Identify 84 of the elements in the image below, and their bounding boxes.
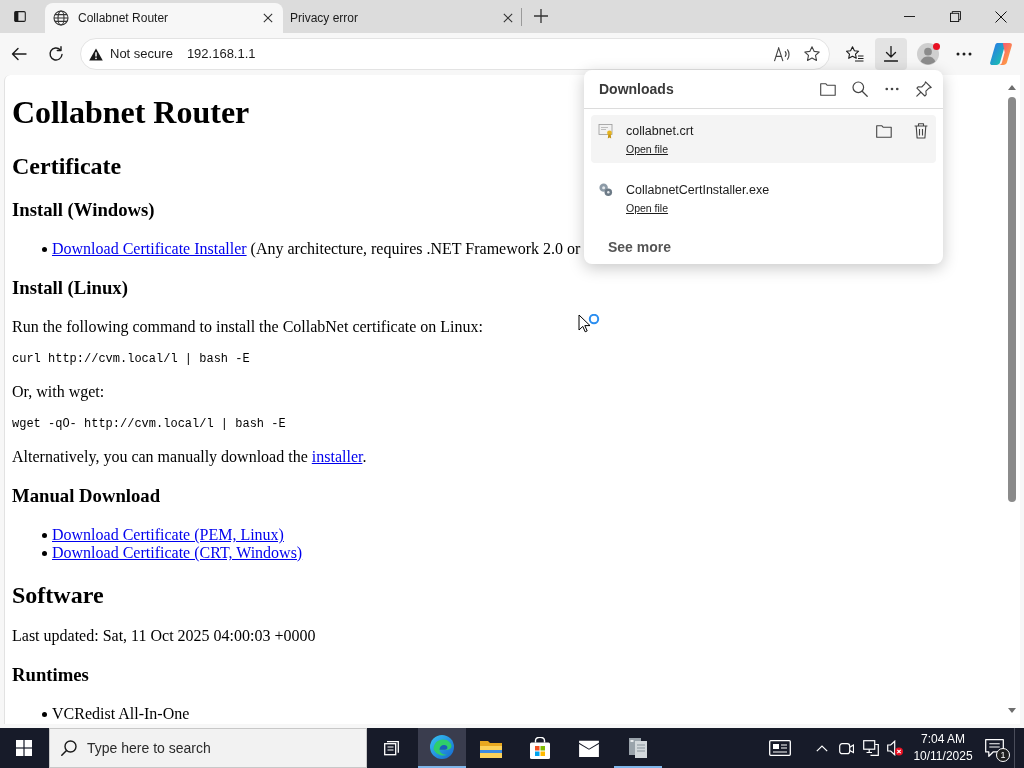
downloads-button[interactable]: [875, 38, 907, 70]
back-arrow-icon: [11, 46, 27, 62]
globe-icon: [53, 10, 69, 26]
minimize-icon: [903, 16, 915, 17]
bullet-icon: [42, 711, 47, 717]
notifications-button[interactable]: 1: [974, 728, 1014, 768]
warning-icon: [89, 47, 103, 61]
site-info-button[interactable]: Not secure: [88, 41, 175, 67]
page-title: Collabnet Router: [12, 94, 250, 131]
download-item[interactable]: collabnet.crt Open file: [591, 115, 936, 163]
paragraph: Last updated: Sat, 11 Oct 2025 04:00:03 +0000: [12, 627, 316, 645]
avatar-icon: [917, 43, 939, 65]
caret-up-icon: [816, 744, 828, 752]
section-heading: Certificate: [12, 153, 122, 180]
task-view-icon: [383, 740, 399, 756]
tab-actions-icon: [13, 9, 27, 23]
more-icon: [885, 87, 899, 91]
read-aloud-icon: [772, 46, 790, 62]
paragraph: Run the following command to install the CollabNet certificate on Linux:: [12, 318, 483, 336]
search-icon: [852, 81, 868, 97]
subsection-heading: Install (Linux): [12, 277, 128, 299]
url-text: 192.168.1.1: [186, 45, 256, 64]
open-file-link[interactable]: Open file: [626, 141, 669, 156]
pin-icon: [916, 81, 932, 97]
download-icon: [884, 46, 898, 62]
news-icon: [769, 740, 791, 756]
folder-icon: [876, 124, 892, 138]
list-item-text: Download Certificate Installer (Any architecture, requires .NET Framework 2.0 or: [52, 240, 581, 258]
certificate-file-icon: [597, 123, 613, 139]
favorites-icon: [846, 46, 864, 62]
link[interactable]: Download Certificate Installer: [52, 240, 247, 257]
paragraph: Or, with wget:: [12, 383, 105, 401]
search-field[interactable]: Type here to search: [49, 728, 367, 768]
scrollbar-thumb[interactable]: [1008, 97, 1016, 502]
browser-icon: [430, 735, 454, 759]
envelope-icon: [578, 739, 600, 757]
panel-title: Downloads: [599, 79, 674, 99]
windows-logo-icon: [16, 740, 32, 756]
subsection-heading: Install (Windows): [12, 199, 155, 221]
link[interactable]: installer: [311, 448, 363, 465]
network-icon: [862, 740, 879, 756]
code-line: wget -qO- http://cvm.local/l | bash -E: [12, 417, 286, 432]
subsection-heading: Runtimes: [12, 664, 89, 686]
subsection-heading: Manual Download: [12, 485, 161, 507]
app-logo-icon: [990, 43, 1012, 65]
close-icon: [503, 13, 513, 23]
plus-icon: [534, 9, 548, 23]
file-name: CollabnetCertInstaller.exe: [626, 181, 770, 198]
bullet-icon: [42, 532, 47, 538]
restore-icon: [949, 11, 961, 22]
more-icon: [956, 52, 972, 56]
file-name: collabnet.crt: [626, 122, 694, 139]
notification-count: 1: [996, 748, 1010, 762]
address-bar[interactable]: Not secure 192.168.1.1: [80, 38, 830, 70]
close-icon: [995, 10, 1007, 23]
bullet-icon: [42, 246, 47, 252]
refresh-icon: [48, 46, 64, 62]
link[interactable]: Download Certificate (CRT, Windows): [52, 544, 303, 562]
star-icon: [804, 46, 820, 62]
scroll-up-arrow-icon: [1008, 85, 1016, 90]
search-icon: [61, 740, 77, 756]
document-stack-icon: [627, 736, 649, 758]
folder-icon: [480, 738, 502, 758]
browser-tab[interactable]: Collabnet Router: [45, 3, 283, 33]
notifications-icon: [984, 739, 1004, 757]
bullet-icon: [42, 550, 47, 556]
download-item[interactable]: CollabnetCertInstaller.exe Open file: [591, 174, 936, 222]
trash-icon: [914, 123, 928, 139]
volume-muted-icon: [887, 740, 903, 756]
section-heading: Software: [12, 582, 104, 609]
list-item-text: VCRedist All-In-One: [52, 705, 190, 723]
video-camera-icon: [838, 740, 854, 756]
gears-icon: [597, 182, 613, 197]
scroll-down-arrow-icon: [1008, 708, 1016, 713]
link[interactable]: Download Certificate (PEM, Linux): [52, 526, 284, 544]
see-more-button[interactable]: See more: [601, 236, 679, 258]
clock-button[interactable]: 7:04 AM 10/11/2025: [912, 728, 974, 768]
close-icon: [263, 13, 273, 23]
open-file-link[interactable]: Open file: [626, 200, 669, 215]
shopping-bag-icon: [529, 737, 551, 759]
folder-icon: [820, 82, 836, 96]
code-line: curl http://cvm.local/l | bash -E: [12, 352, 250, 367]
browser-tab[interactable]: Privacy error: [283, 3, 521, 33]
paragraph: Alternatively, you can manually download the installer.: [12, 448, 367, 466]
